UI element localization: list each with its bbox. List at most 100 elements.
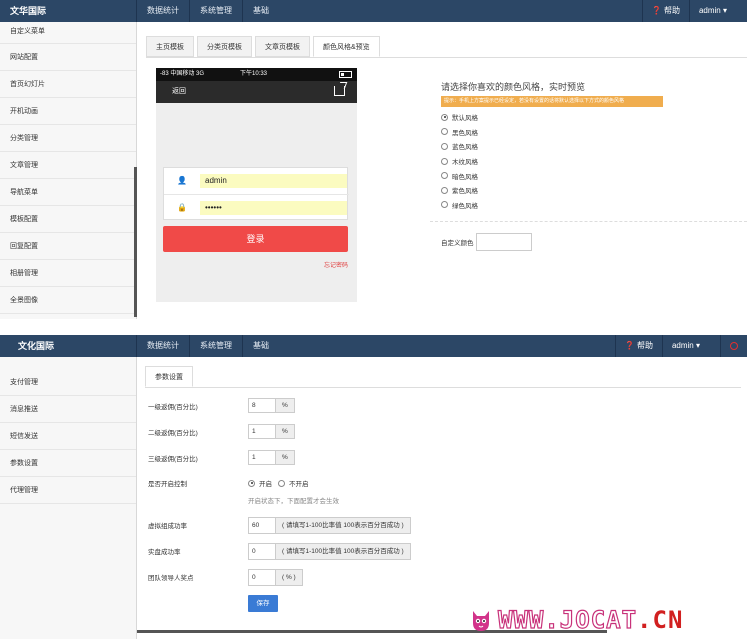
leader-addon: ( % ) bbox=[276, 569, 303, 586]
level2-label: 二级返佣(百分比) bbox=[148, 430, 198, 437]
username-input[interactable]: admin bbox=[200, 174, 347, 188]
logout-button[interactable] bbox=[720, 335, 747, 357]
form-row-real: 实盘成功率 0 ( 请填写1-100比率值 100表示百分百成功 ) bbox=[148, 543, 411, 560]
level3-input[interactable]: 1 bbox=[248, 450, 276, 465]
radio-disable[interactable]: 不开启 bbox=[278, 478, 309, 488]
help-label: 帮助 bbox=[663, 6, 680, 15]
tab-article-template[interactable]: 文章页模板 bbox=[255, 36, 310, 57]
level1-input[interactable]: 8 bbox=[248, 398, 276, 413]
level1-addon: % bbox=[276, 398, 295, 413]
share-icon[interactable] bbox=[334, 86, 345, 96]
sidebar-item-panorama[interactable]: 全景图像 bbox=[0, 287, 136, 314]
sidebar-item-params[interactable]: 参数设置 bbox=[0, 450, 136, 477]
radio-dot[interactable] bbox=[278, 479, 285, 487]
brand-logo: 文华国际 bbox=[10, 6, 47, 16]
help-link[interactable]: ❓ 帮助 bbox=[641, 0, 689, 22]
sidebar-item-album[interactable]: 相册管理 bbox=[0, 260, 136, 287]
back-button[interactable]: 返回 bbox=[172, 88, 186, 95]
user-menu[interactable]: admin ▾ bbox=[688, 0, 747, 22]
watermark-main: WWW.JOCAT bbox=[497, 606, 638, 634]
sidebar-item-sms[interactable]: 短信发送 bbox=[0, 423, 136, 450]
top-bar: 文华国际 数据统计 系统管理 基础 ❓ 帮助 admin ▾ bbox=[0, 0, 747, 22]
tab-color-style[interactable]: 颜色风格&预览 bbox=[313, 36, 380, 57]
nav-system[interactable]: 系统管理 bbox=[189, 0, 242, 22]
help-icon: ❓ bbox=[651, 6, 662, 15]
parameter-settings-panel: 文化国际 数据统计 系统管理 基础 ❓ 帮助 admin ▾ 支付管理 消息推送… bbox=[0, 335, 747, 639]
top-nav: 数据统计 系统管理 基础 bbox=[136, 335, 279, 357]
help-link[interactable]: ❓ 帮助 bbox=[614, 335, 662, 357]
sidebar-item-template-config[interactable]: 模板配置 bbox=[0, 206, 136, 233]
leader-input[interactable]: 0 bbox=[248, 569, 276, 586]
sidebar-item-boot-animation[interactable]: 开机动画 bbox=[0, 98, 136, 125]
radio-black[interactable]: 黑色风格 bbox=[441, 125, 663, 140]
radio-dot[interactable] bbox=[441, 186, 448, 194]
form-row-leader: 团队领导人奖点 0 ( % ) bbox=[148, 569, 303, 586]
radio-wood[interactable]: 木纹风格 bbox=[441, 154, 663, 169]
radio-label: 木纹风格 bbox=[452, 159, 478, 167]
virtual-label: 虚拟组成功率 bbox=[148, 523, 187, 530]
switch-label: 是否开启控制 bbox=[148, 481, 187, 488]
sidebar-item-nav-menu[interactable]: 导航菜单 bbox=[0, 179, 136, 206]
tab-params[interactable]: 参数设置 bbox=[145, 366, 193, 387]
watermark: WWW.JOCAT.CN bbox=[470, 606, 684, 634]
level2-input[interactable]: 1 bbox=[248, 424, 276, 439]
caret-down-icon: ▾ bbox=[722, 6, 727, 15]
switch-note: 开启状态下，下面配置才会生效 bbox=[248, 498, 339, 505]
radio-dot[interactable] bbox=[441, 172, 448, 180]
radio-purple[interactable]: 紫色风格 bbox=[441, 183, 663, 198]
template-tabs: 主页模板 分类页模板 文章页模板 颜色风格&预览 bbox=[146, 36, 383, 57]
username-row: 👤 admin bbox=[164, 168, 349, 194]
radio-dot[interactable] bbox=[441, 201, 448, 209]
level1-label: 一级返佣(百分比) bbox=[148, 404, 198, 411]
switch-radio-group: 开启 不开启 bbox=[248, 475, 315, 488]
sidebar-item-category[interactable]: 分类管理 bbox=[0, 125, 136, 152]
save-button[interactable]: 保存 bbox=[248, 595, 278, 612]
login-button[interactable]: 登录 bbox=[163, 226, 348, 252]
radio-dark[interactable]: 暗色风格 bbox=[441, 168, 663, 183]
radio-green[interactable]: 绿色风格 bbox=[441, 198, 663, 213]
radio-label: 蓝色风格 bbox=[452, 144, 478, 152]
nav-system[interactable]: 系统管理 bbox=[189, 335, 242, 357]
radio-blue[interactable]: 蓝色风格 bbox=[441, 139, 663, 154]
battery-icon bbox=[339, 71, 352, 78]
radio-dot[interactable] bbox=[441, 142, 448, 150]
nav-basic[interactable]: 基础 bbox=[242, 335, 279, 357]
radio-enable[interactable]: 开启 bbox=[248, 478, 272, 488]
tab-category-template[interactable]: 分类页模板 bbox=[197, 36, 252, 57]
nav-basic[interactable]: 基础 bbox=[242, 0, 279, 22]
sidebar-item-reply-config[interactable]: 回复配置 bbox=[0, 233, 136, 260]
radio-dot[interactable] bbox=[441, 157, 448, 165]
nav-stats[interactable]: 数据统计 bbox=[136, 0, 189, 22]
password-input[interactable]: •••••• bbox=[200, 201, 347, 215]
sidebar-item-articles[interactable]: 文章管理 bbox=[0, 152, 136, 179]
section-divider bbox=[430, 221, 747, 222]
sidebar-item-site-config[interactable]: 网站配置 bbox=[0, 44, 136, 71]
user-menu[interactable]: admin ▾ bbox=[661, 335, 720, 357]
sidebar-item-payment[interactable]: 支付管理 bbox=[0, 369, 136, 396]
forgot-password-link[interactable]: 忘记密码 bbox=[324, 260, 348, 269]
user-icon: 👤 bbox=[177, 176, 187, 185]
radio-dot[interactable] bbox=[441, 128, 448, 136]
nav-stats[interactable]: 数据统计 bbox=[136, 335, 189, 357]
sidebar-item-push[interactable]: 消息推送 bbox=[0, 396, 136, 423]
sidebar-item-custom-menu[interactable]: 自定义菜单 bbox=[0, 22, 136, 44]
radio-dot[interactable] bbox=[248, 479, 255, 487]
real-input[interactable]: 0 bbox=[248, 543, 276, 560]
custom-color-input[interactable] bbox=[475, 233, 532, 251]
form-row-virtual: 虚拟组成功率 60 ( 请填写1-100比率值 100表示百分百成功 ) bbox=[148, 517, 411, 534]
sidebar: 自定义菜单 网站配置 首页幻灯片 开机动画 分类管理 文章管理 导航菜单 模板配… bbox=[0, 22, 137, 319]
radio-label: 开启 bbox=[259, 481, 272, 488]
radio-dot[interactable] bbox=[441, 113, 448, 121]
tab-home-template[interactable]: 主页模板 bbox=[146, 36, 194, 57]
level2-addon: % bbox=[276, 424, 295, 439]
custom-color-label: 自定义颜色 bbox=[441, 240, 474, 247]
sidebar-scrollbar[interactable] bbox=[134, 167, 137, 317]
radio-default[interactable]: 默认风格 bbox=[441, 110, 663, 125]
virtual-input[interactable]: 60 bbox=[248, 517, 276, 534]
carrier-text: -83 中国移动 3G bbox=[160, 71, 205, 77]
sidebar-item-slides[interactable]: 首页幻灯片 bbox=[0, 71, 136, 98]
watermark-suffix: .CN bbox=[637, 606, 684, 634]
sidebar-item-agent[interactable]: 代理管理 bbox=[0, 477, 136, 504]
sidebar: 支付管理 消息推送 短信发送 参数设置 代理管理 bbox=[0, 357, 137, 639]
